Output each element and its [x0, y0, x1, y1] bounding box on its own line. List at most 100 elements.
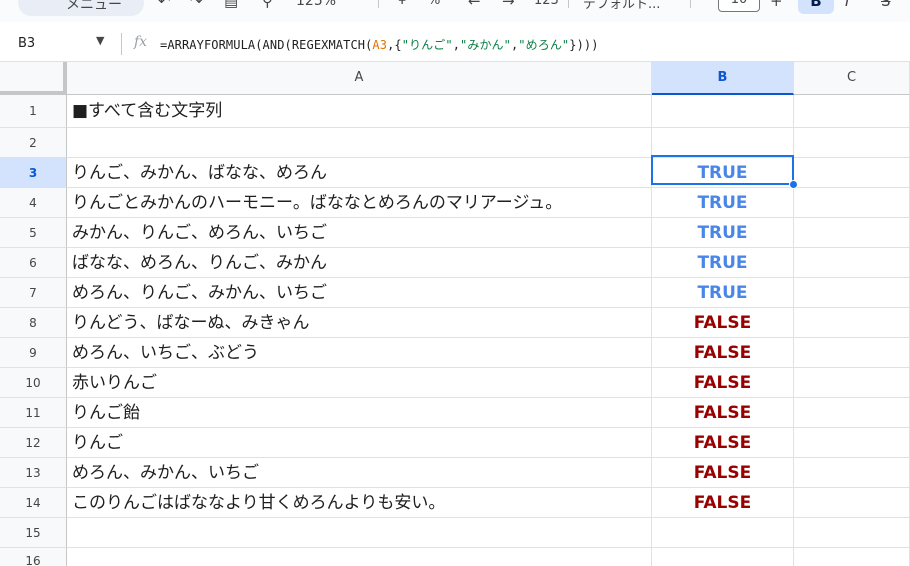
cell-c[interactable] — [794, 458, 910, 488]
cell-b[interactable]: FALSE — [652, 368, 794, 398]
column-header-a[interactable]: A — [67, 62, 652, 95]
table-row: りんごとみかんのハーモニー。ばななとめろんのマリアージュ。 TRUE — [67, 188, 910, 218]
cell-c[interactable] — [794, 95, 910, 128]
row-header[interactable]: 13 — [0, 458, 67, 488]
cell-a[interactable]: りんご — [67, 428, 652, 458]
row-header[interactable]: 4 — [0, 188, 67, 218]
row-header[interactable]: 5 — [0, 218, 67, 248]
cell-c[interactable] — [794, 548, 910, 566]
row-header[interactable]: 3 — [0, 158, 67, 188]
cell-c[interactable] — [794, 488, 910, 518]
cell-c[interactable] — [794, 158, 910, 188]
paint-format-icon[interactable]: ⚲ — [262, 0, 273, 10]
italic-button[interactable]: I — [845, 0, 849, 10]
increase-decimal-icon[interactable]: → — [502, 0, 515, 10]
cell-b[interactable]: TRUE — [652, 188, 794, 218]
cell-b[interactable]: FALSE — [652, 398, 794, 428]
cell-c[interactable] — [794, 518, 910, 548]
row-header[interactable]: 9 — [0, 338, 67, 368]
cell-c[interactable] — [794, 338, 910, 368]
row-header[interactable]: 12 — [0, 428, 67, 458]
fill-handle[interactable] — [789, 180, 798, 189]
cell-a[interactable]: ばなな、めろん、りんご、みかん — [67, 248, 652, 278]
row-header[interactable]: 6 — [0, 248, 67, 278]
strikethrough-button[interactable]: S — [881, 0, 891, 10]
menu-search-button[interactable]: メニュー — [18, 0, 144, 16]
row-header[interactable]: 14 — [0, 488, 67, 518]
zoom-select[interactable]: 125% — [296, 0, 336, 9]
cell-c[interactable] — [794, 308, 910, 338]
cell-c[interactable] — [794, 128, 910, 158]
row-header[interactable]: 2 — [0, 128, 67, 158]
font-size-input[interactable]: 10 — [718, 0, 760, 12]
percent-format-icon[interactable]: % — [428, 0, 440, 8]
cell-b[interactable] — [652, 518, 794, 548]
cell-b[interactable]: FALSE — [652, 428, 794, 458]
cell-b[interactable]: TRUE — [652, 278, 794, 308]
formula-bar-divider — [121, 33, 122, 55]
currency-format-icon[interactable]: ¥ — [398, 0, 406, 8]
cell-c[interactable] — [794, 218, 910, 248]
cell-a[interactable] — [67, 128, 652, 158]
cell-c[interactable] — [794, 398, 910, 428]
cell-b[interactable] — [652, 128, 794, 158]
cell-a[interactable]: めろん、りんご、みかん、いちご — [67, 278, 652, 308]
row-header[interactable]: 1 — [0, 95, 67, 128]
cell-c[interactable] — [794, 188, 910, 218]
cell-b[interactable]: TRUE — [652, 218, 794, 248]
cell-b[interactable]: FALSE — [652, 458, 794, 488]
formula-suffix: }))) — [569, 38, 599, 52]
more-formats-icon[interactable]: 123 — [534, 0, 559, 8]
undo-icon[interactable]: ↶ — [158, 0, 171, 10]
redo-icon[interactable]: ↷ — [190, 0, 203, 10]
formula-string: "りんご" — [401, 38, 453, 52]
cell-a[interactable]: りんごとみかんのハーモニー。ばななとめろんのマリアージュ。 — [67, 188, 652, 218]
row-header[interactable]: 10 — [0, 368, 67, 398]
cell-a[interactable]: めろん、いちご、ぶどう — [67, 338, 652, 368]
cell-a[interactable]: りんご飴 — [67, 398, 652, 428]
row-header[interactable]: 16 — [0, 548, 67, 566]
cell-c[interactable] — [794, 248, 910, 278]
cell-a[interactable]: 赤いりんご — [67, 368, 652, 398]
cell-a[interactable]: このりんごはばななより甘くめろんよりも安い。 — [67, 488, 652, 518]
column-header-c[interactable]: C — [794, 62, 910, 95]
cell-c[interactable] — [794, 278, 910, 308]
bold-button[interactable]: B — [798, 0, 834, 14]
cell-b[interactable]: FALSE — [652, 308, 794, 338]
row-header[interactable]: 11 — [0, 398, 67, 428]
select-all-corner[interactable] — [0, 62, 67, 95]
cell-a[interactable] — [67, 548, 652, 566]
increase-font-size-icon[interactable]: + — [770, 0, 783, 10]
table-row — [67, 518, 910, 548]
formula-input[interactable]: =ARRAYFORMULA(AND(REGEXMATCH(A3,{"りんご","… — [160, 36, 599, 53]
chevron-down-icon[interactable]: ▼ — [96, 34, 104, 47]
cell-b[interactable]: TRUE — [652, 248, 794, 278]
cell-a[interactable]: めろん、みかん、いちご — [67, 458, 652, 488]
cell-b[interactable] — [652, 95, 794, 128]
cell-b[interactable]: TRUE — [652, 158, 794, 188]
fx-icon: fx — [134, 34, 148, 50]
formula-string: "みかん" — [460, 38, 511, 52]
column-header-b[interactable]: B — [652, 62, 794, 95]
cell-b[interactable] — [652, 548, 794, 566]
cell-b[interactable]: FALSE — [652, 488, 794, 518]
toolbar-divider — [378, 0, 379, 8]
menu-label: メニュー — [66, 0, 122, 13]
cell-b[interactable]: FALSE — [652, 338, 794, 368]
decrease-decimal-icon[interactable]: ← — [468, 0, 481, 10]
cell-c[interactable] — [794, 368, 910, 398]
cell-a[interactable]: ■すべて含む文字列 — [67, 95, 652, 128]
cell-c[interactable] — [794, 428, 910, 458]
cell-a[interactable] — [67, 518, 652, 548]
row-header[interactable]: 7 — [0, 278, 67, 308]
font-family-select[interactable]: デフォルト... — [583, 0, 660, 12]
row-header[interactable]: 15 — [0, 518, 67, 548]
cell-a[interactable]: りんご、みかん、ばなな、めろん — [67, 158, 652, 188]
cell-a[interactable]: みかん、りんご、めろん、いちご — [67, 218, 652, 248]
table-row: ばなな、めろん、りんご、みかん TRUE — [67, 248, 910, 278]
name-box[interactable]: B3 — [18, 36, 35, 51]
row-header[interactable]: 8 — [0, 308, 67, 338]
cell-a[interactable]: りんどう、ばなーぬ、みきゃん — [67, 308, 652, 338]
spreadsheet-grid: A B C 1 ■すべて含む文字列 2 3 りんご、みかん、ばなな、めろん TRUE 4 りん… — [0, 62, 910, 566]
print-icon[interactable]: ▤ — [224, 0, 238, 10]
